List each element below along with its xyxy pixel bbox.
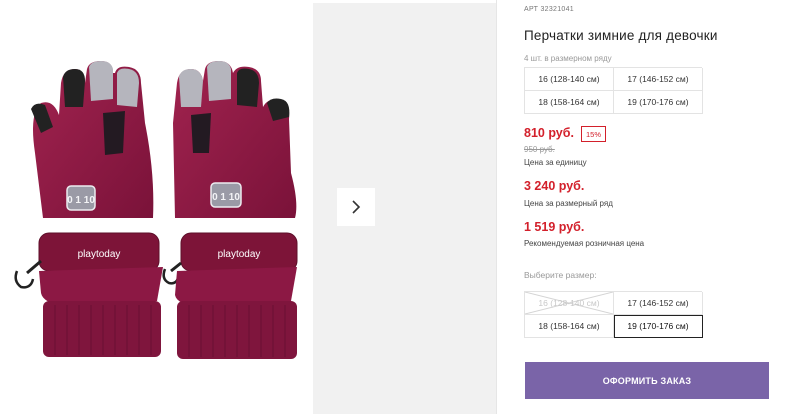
patch-text: 0 1 10 [67,195,95,206]
discount-badge: 15% [581,126,607,142]
rrp-price: 1 519 руб. [524,220,585,234]
old-price: 950 руб. [524,145,555,154]
pack-note: 4 шт. в размерном ряду [524,54,612,63]
next-photo-button[interactable] [337,188,375,226]
article-number: АРТ 32321041 [524,6,574,13]
pack-size-cell: 17 (146-152 см) [614,68,703,91]
article-value: 32321041 [540,6,574,13]
gallery-divider [496,0,497,414]
pack-size-cell: 19 (170-176 см) [614,91,703,114]
product-info: АРТ 32321041 Перчатки зимние для девочки… [524,0,794,414]
rrp-price-label: Рекомендуемая розничная цена [524,239,645,248]
row-price-label: Цена за размерный ряд [524,199,613,208]
pack-sizes-grid: 16 (128-140 см) 17 (146-152 см) 18 (158-… [524,67,703,114]
left-glove: 0 1 10 playtoday [14,61,163,357]
size-option-18[interactable]: 18 (158-164 см) [525,315,614,338]
size-option-17[interactable]: 17 (146-152 см) [614,292,703,315]
chevron-right-icon [352,200,361,214]
next-photo-preview [313,3,496,414]
patch-text-right: 0 1 10 [212,192,240,203]
order-button[interactable]: ОФОРМИТЬ ЗАКАЗ [525,362,769,399]
product-title: Перчатки зимние для девочки [524,28,718,43]
product-gallery: 0 1 10 playtoday 0 1 10 playtoday [0,0,497,414]
size-option-label: 18 (158-164 см) [538,321,600,331]
size-option-label: 19 (170-176 см) [627,321,689,331]
brand-label-left: playtoday [78,249,121,260]
row-price: 3 240 руб. [524,179,585,193]
gloves-image: 0 1 10 playtoday 0 1 10 playtoday [14,61,298,359]
size-option-16[interactable]: 16 (128-140 см) [525,292,614,315]
size-picker-label: Выберите размер: [524,270,597,280]
pack-size-cell: 18 (158-164 см) [525,91,614,114]
article-label: АРТ [524,6,539,13]
size-option-19[interactable]: 19 (170-176 см) [614,315,703,338]
right-glove: 0 1 10 playtoday [162,61,298,359]
unit-price: 810 руб. [524,126,574,140]
product-photo: 0 1 10 playtoday 0 1 10 playtoday [5,3,313,414]
size-picker: 16 (128-140 см) 17 (146-152 см) 18 (158-… [524,291,703,338]
size-option-label: 16 (128-140 см) [538,298,600,308]
unit-price-label: Цена за единицу [524,158,587,167]
pack-size-cell: 16 (128-140 см) [525,68,614,91]
size-option-label: 17 (146-152 см) [627,298,689,308]
brand-label-right: playtoday [218,249,261,260]
